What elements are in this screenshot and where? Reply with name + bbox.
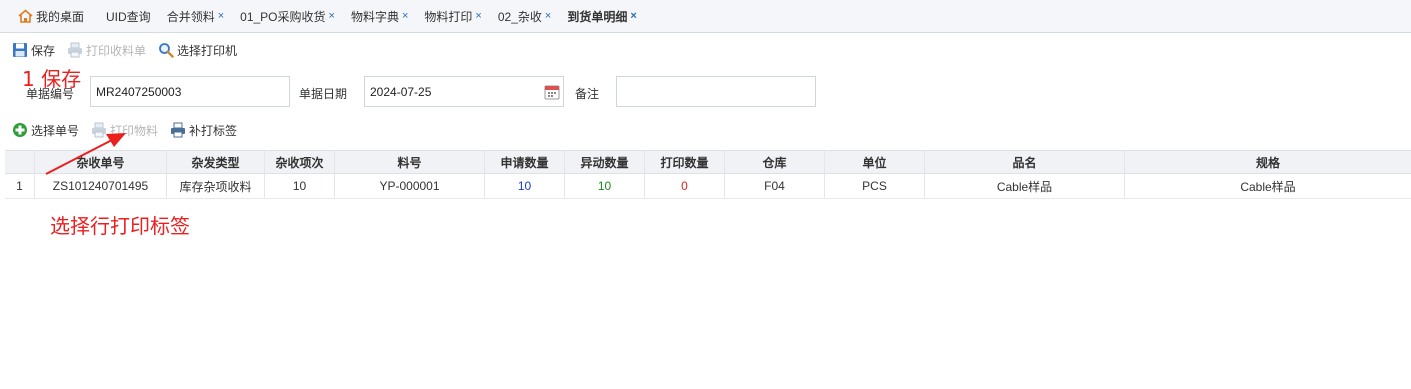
header-form: 单据编号 MR2407250003 单据日期 2024-07-25 备注 xyxy=(0,76,1411,107)
main-toolbar: 保存 打印收料单 选择打印机 xyxy=(0,33,1411,67)
reprint-label-label: 补打标签 xyxy=(189,123,238,138)
print-receipt-label: 打印收料单 xyxy=(86,43,147,58)
select-number-button[interactable]: 选择单号 xyxy=(12,122,79,139)
tab-label: 01_PO采购收货 xyxy=(240,9,326,24)
cell-receipt-no[interactable]: ZS101240701495 xyxy=(35,174,167,198)
close-icon[interactable]: × xyxy=(545,10,551,22)
tab-uid-query[interactable]: UID查询 xyxy=(98,0,159,33)
tab-label: 物料打印 xyxy=(424,9,473,24)
detail-toolbar: 选择单号 打印物料 补打标签 xyxy=(0,117,700,143)
column-header-rownum xyxy=(5,151,35,173)
tab-label: UID查询 xyxy=(106,9,151,24)
column-header-applied-qty[interactable]: 申请数量 xyxy=(485,151,565,173)
column-header-item-name[interactable]: 品名 xyxy=(925,151,1125,173)
grid-header: 杂收单号 杂发类型 杂收项次 料号 申请数量 异动数量 打印数量 仓库 单位 品… xyxy=(5,150,1411,174)
remark-field[interactable] xyxy=(616,76,816,107)
close-icon[interactable]: × xyxy=(475,10,481,22)
tab-home[interactable]: 我的桌面 xyxy=(12,0,98,33)
column-header-spec[interactable]: 规格 xyxy=(1125,151,1411,173)
doc-date-field[interactable]: 2024-07-25 xyxy=(364,76,564,107)
print-material-label: 打印物料 xyxy=(110,123,159,138)
annotation-step-print-label: 选择行打印标签 xyxy=(50,214,190,238)
reprint-label-button[interactable]: 补打标签 xyxy=(170,122,237,139)
close-icon[interactable]: × xyxy=(329,10,335,22)
column-header-receipt-no[interactable]: 杂收单号 xyxy=(35,151,167,173)
column-header-warehouse[interactable]: 仓库 xyxy=(725,151,825,173)
tab-arrival-detail[interactable]: 到货单明细 × xyxy=(559,0,644,33)
close-icon[interactable]: × xyxy=(630,10,636,22)
tab-material-dict[interactable]: 物料字典 × xyxy=(343,0,416,33)
search-icon xyxy=(159,43,174,58)
printer-icon xyxy=(68,42,83,58)
cell-spec[interactable]: Cable样品 xyxy=(1125,174,1411,198)
cell-unit[interactable]: PCS xyxy=(825,174,925,198)
print-material-button[interactable]: 打印物料 xyxy=(91,122,158,139)
tab-merge-picking[interactable]: 合并领料 × xyxy=(159,0,232,33)
select-printer-label: 选择打印机 xyxy=(177,43,238,58)
cell-issue-type[interactable]: 库存杂项收料 xyxy=(167,174,265,198)
calendar-icon[interactable] xyxy=(544,84,560,100)
cell-warehouse[interactable]: F04 xyxy=(725,174,825,198)
tab-bar: 我的桌面 UID查询 合并领料 × 01_PO采购收货 × 物料字典 × 物料打印 × … xyxy=(0,0,1411,33)
print-receipt-button[interactable]: 打印收料单 xyxy=(67,42,146,59)
save-label: 保存 xyxy=(31,43,56,58)
annotation-step-save: 1 保存 xyxy=(22,67,82,91)
remark-label: 备注 xyxy=(575,87,600,101)
row-number: 1 xyxy=(5,174,35,198)
tab-misc-receipt[interactable]: 02_杂收 × xyxy=(490,0,559,33)
cell-applied-qty[interactable]: 10 xyxy=(485,174,565,198)
tab-label: 02_杂收 xyxy=(497,9,542,24)
close-icon[interactable]: × xyxy=(218,10,224,22)
column-header-issue-type[interactable]: 杂发类型 xyxy=(167,151,265,173)
doc-no-field[interactable]: MR2407250003 xyxy=(90,76,290,107)
select-printer-button[interactable]: 选择打印机 xyxy=(158,42,237,59)
doc-date-label: 单据日期 xyxy=(299,87,348,101)
printer-icon xyxy=(171,122,186,138)
tab-material-print[interactable]: 物料打印 × xyxy=(416,0,489,33)
close-icon[interactable]: × xyxy=(402,10,408,22)
printer-icon xyxy=(92,122,107,138)
cell-printed-qty[interactable]: 0 xyxy=(645,174,725,198)
detail-grid: 杂收单号 杂发类型 杂收项次 料号 申请数量 异动数量 打印数量 仓库 单位 品… xyxy=(5,150,1411,199)
tab-po-receipt[interactable]: 01_PO采购收货 × xyxy=(232,0,343,33)
table-row[interactable]: 1 ZS101240701495 库存杂项收料 10 YP-000001 10 … xyxy=(5,174,1411,199)
home-icon xyxy=(18,9,33,23)
select-number-label: 选择单号 xyxy=(31,123,80,138)
column-header-printed-qty[interactable]: 打印数量 xyxy=(645,151,725,173)
cell-line-no[interactable]: 10 xyxy=(265,174,335,198)
tab-home-label: 我的桌面 xyxy=(36,9,85,24)
column-header-part-no[interactable]: 料号 xyxy=(335,151,485,173)
add-icon xyxy=(13,123,27,137)
doc-date-value: 2024-07-25 xyxy=(370,85,432,99)
cell-part-no[interactable]: YP-000001 xyxy=(335,174,485,198)
tab-label: 合并领料 xyxy=(166,9,215,24)
column-header-unit[interactable]: 单位 xyxy=(825,151,925,173)
save-button[interactable]: 保存 xyxy=(12,42,55,59)
tab-label: 到货单明细 xyxy=(567,9,628,24)
cell-item-name[interactable]: Cable样品 xyxy=(925,174,1125,198)
cell-moved-qty[interactable]: 10 xyxy=(565,174,645,198)
save-icon xyxy=(13,43,27,57)
column-header-line-no[interactable]: 杂收项次 xyxy=(265,151,335,173)
doc-no-value: MR2407250003 xyxy=(96,85,182,99)
column-header-moved-qty[interactable]: 异动数量 xyxy=(565,151,645,173)
tab-label: 物料字典 xyxy=(350,9,399,24)
